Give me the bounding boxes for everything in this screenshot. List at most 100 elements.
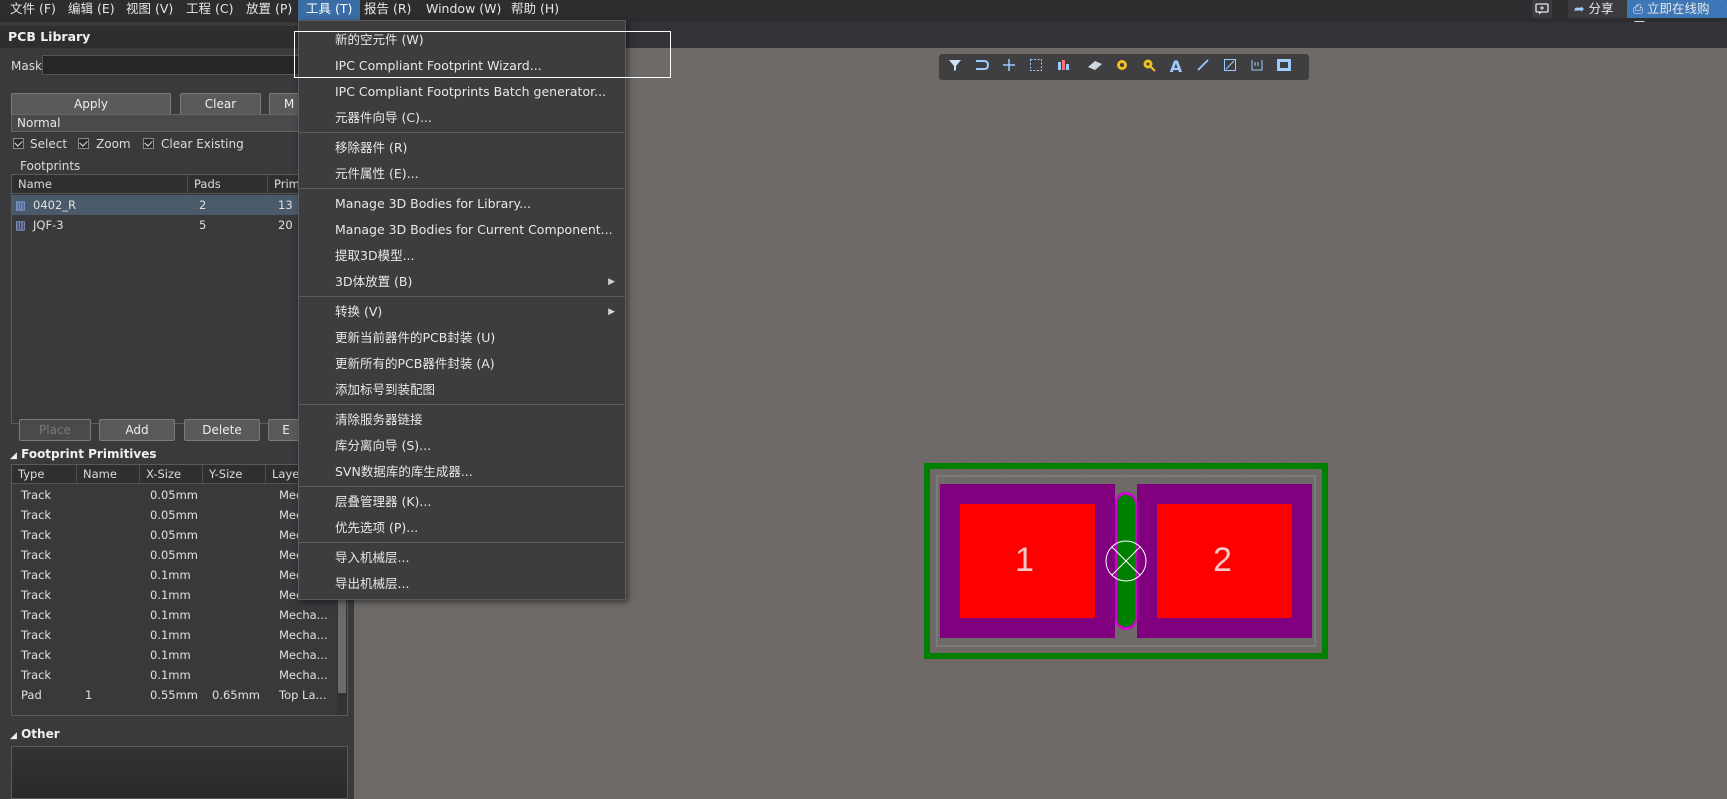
primitive-row[interactable]: Pad 1 0.55mm 0.65mm Top La... — [12, 685, 347, 705]
primitive-row[interactable]: Track 0.05mm Mec — [12, 505, 347, 525]
filter-icon[interactable] — [945, 58, 965, 76]
menu-item-ipc-batch-generator[interactable]: IPC Compliant Footprints Batch generator… — [299, 79, 625, 105]
menu-item-export-mechanical-layers[interactable]: 导出机械层... — [299, 571, 625, 597]
highlight-annotation — [294, 31, 671, 78]
primitive-row[interactable]: Track 0.1mm Mecha... — [12, 625, 347, 645]
primitive-layer: Mecha... — [279, 608, 328, 622]
mask-input[interactable] — [42, 55, 302, 75]
add-button[interactable]: Add — [99, 419, 175, 441]
primitive-row[interactable]: Track 0.1mm Mec — [12, 585, 347, 605]
via-icon[interactable] — [1139, 58, 1159, 76]
select-checkbox[interactable] — [13, 138, 24, 149]
menu-separator — [299, 404, 625, 405]
select-rect-icon[interactable] — [1026, 58, 1046, 76]
select-label: Select — [30, 137, 68, 151]
pad-2-label: 2 — [1213, 541, 1232, 579]
menu-item-label: 元件属性 (E)... — [335, 166, 419, 181]
primitive-xsize: 0.05mm — [150, 528, 199, 542]
menu-item-3d-body-placement[interactable]: 3D体放置 (B) ▶ — [299, 269, 625, 295]
mode-select[interactable]: Normal — [11, 114, 301, 132]
menu-item-update-current-pcb-footprint[interactable]: 更新当前器件的PCB封装 (U) — [299, 325, 625, 351]
dimension-icon[interactable] — [1220, 58, 1240, 76]
col-pads[interactable]: Pads — [188, 175, 268, 193]
primitive-row[interactable]: Track 0.1mm Mecha... — [12, 605, 347, 625]
apply-button[interactable]: Apply — [11, 93, 171, 115]
menu-item-label: 导出机械层... — [335, 576, 410, 591]
col-xsize[interactable]: X-Size — [140, 465, 203, 483]
primitive-xsize: 0.05mm — [150, 508, 199, 522]
collapse-icon: ◢ — [10, 731, 17, 741]
footprint-icon: ▥ — [15, 198, 26, 212]
pad-icon[interactable] — [1112, 58, 1132, 76]
route-icon[interactable] — [972, 58, 992, 76]
menu-item-component-wizard[interactable]: 元器件向导 (C)... — [299, 105, 625, 131]
menu-separator — [299, 542, 625, 543]
line-icon[interactable] — [1193, 58, 1213, 76]
menu-item-label: 提取3D模型... — [335, 248, 415, 263]
footprint-row[interactable]: ▥ JQF-3 5 20 — [12, 215, 305, 235]
menu-item-component-properties[interactable]: 元件属性 (E)... — [299, 161, 625, 187]
primitive-row[interactable]: Track 0.05mm Mec — [12, 545, 347, 565]
align-icon[interactable] — [1053, 58, 1073, 76]
menu-item-library-splitter-wizard[interactable]: 库分离向导 (S)... — [299, 433, 625, 459]
menu-separator — [299, 188, 625, 189]
clear-button[interactable]: Clear — [180, 93, 261, 115]
primitive-name: 1 — [85, 688, 93, 702]
primitive-xsize: 0.1mm — [150, 588, 191, 602]
menu-separator — [299, 486, 625, 487]
text-icon[interactable]: A — [1166, 58, 1186, 76]
primitive-xsize: 0.1mm — [150, 648, 191, 662]
menu-item-manage-3d-current[interactable]: Manage 3D Bodies for Current Component..… — [299, 217, 625, 243]
other-section-header[interactable]: ◢ Other — [0, 725, 352, 743]
submenu-arrow-icon: ▶ — [608, 307, 615, 317]
cross-icon[interactable] — [999, 58, 1019, 76]
col-name[interactable]: Name — [77, 465, 140, 483]
primitive-row[interactable]: Track 0.05mm Mec — [12, 525, 347, 545]
menu-item-convert[interactable]: 转换 (V) ▶ — [299, 299, 625, 325]
col-name[interactable]: Name — [12, 175, 188, 193]
primitive-layer: Top La... — [279, 688, 327, 702]
menu-item-label: 更新当前器件的PCB封装 (U) — [335, 330, 496, 345]
clear-existing-checkbox[interactable] — [143, 138, 154, 149]
primitive-row[interactable]: Track 0.05mm Mec — [12, 485, 347, 505]
primitive-layer: Mecha... — [279, 648, 328, 662]
primitive-type: Track — [21, 508, 52, 522]
footprint-row[interactable]: ▥ 0402_R 2 13 — [12, 195, 305, 215]
primitive-row[interactable]: Track 0.1mm Mec — [12, 565, 347, 585]
menu-item-clear-server-links[interactable]: 清除服务器链接 — [299, 407, 625, 433]
primitive-layer: Mecha... — [279, 628, 328, 642]
footprint-icon: ▥ — [15, 218, 26, 232]
menu-item-label: 添加标号到装配图 — [335, 382, 436, 397]
measure-icon[interactable] — [1247, 58, 1267, 76]
place-button[interactable]: Place — [19, 419, 91, 441]
menu-item-label: 优先选项 (P)... — [335, 520, 419, 535]
footprints-table: Name Pads Primi ▥ 0402_R 2 13 ▥ JQF-3 5 … — [11, 174, 308, 424]
col-type[interactable]: Type — [12, 465, 77, 483]
menu-item-label: 3D体放置 (B) — [335, 274, 413, 289]
menu-item-add-designator-assembly[interactable]: 添加标号到装配图 — [299, 377, 625, 403]
footprints-table-header: Name Pads Primi — [12, 175, 308, 194]
menu-item-update-all-pcb-footprints[interactable]: 更新所有的PCB器件封装 (A) — [299, 351, 625, 377]
component-icon[interactable] — [1085, 58, 1105, 76]
menu-item-label: 层叠管理器 (K)... — [335, 494, 432, 509]
primitive-row[interactable]: Track 0.1mm Mecha... — [12, 645, 347, 665]
menu-item-layer-stack-manager[interactable]: 层叠管理器 (K)... — [299, 489, 625, 515]
menu-item-remove-component[interactable]: 移除器件 (R) — [299, 135, 625, 161]
menu-item-import-mechanical-layers[interactable]: 导入机械层... — [299, 545, 625, 571]
region-icon[interactable] — [1274, 58, 1294, 76]
menu-item-manage-3d-library[interactable]: Manage 3D Bodies for Library... — [299, 191, 625, 217]
menu-item-extract-3d-model[interactable]: 提取3D模型... — [299, 243, 625, 269]
primitive-row[interactable]: Track 0.1mm Mecha... — [12, 665, 347, 685]
primitive-type: Track — [21, 648, 52, 662]
menu-item-preferences[interactable]: 优先选项 (P)... — [299, 515, 625, 541]
zoom-checkbox[interactable] — [78, 138, 89, 149]
primitive-xsize: 0.05mm — [150, 548, 199, 562]
delete-button[interactable]: Delete — [184, 419, 260, 441]
primitive-type: Track — [21, 528, 52, 542]
col-ysize[interactable]: Y-Size — [203, 465, 266, 483]
primitive-ysize: 0.65mm — [212, 688, 261, 702]
menu-item-svn-library-maker[interactable]: SVN数据库的库生成器... — [299, 459, 625, 485]
menu-item-label: Manage 3D Bodies for Current Component..… — [335, 222, 613, 237]
menu-item-label: IPC Compliant Footprints Batch generator… — [335, 84, 607, 99]
menu-item-label: 清除服务器链接 — [335, 412, 423, 427]
